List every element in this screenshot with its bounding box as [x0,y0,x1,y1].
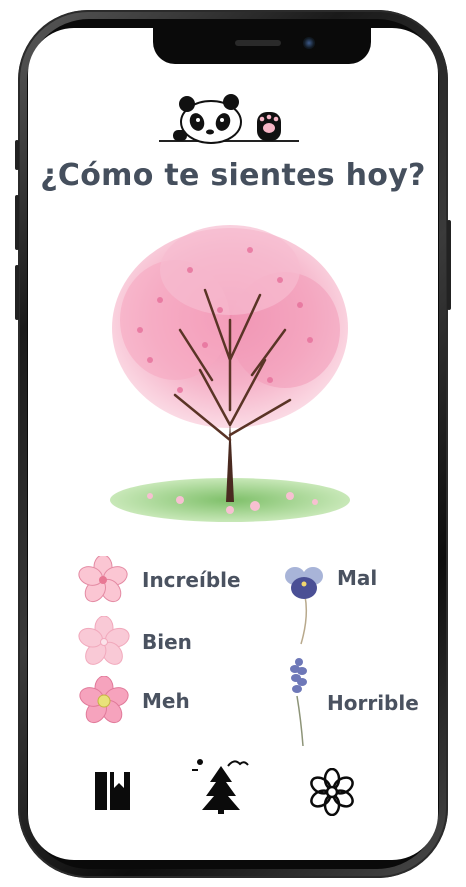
speaker-grille [235,40,281,46]
mood-option-meh[interactable]: Meh [78,676,190,726]
notch [153,28,371,64]
mood-option-mal[interactable]: Mal [283,562,377,646]
mood-label: Horrible [327,691,419,715]
tree-landscape-icon [192,759,249,814]
nav-journal[interactable] [92,768,134,818]
panda-logo-icon [159,94,299,144]
cherry-tree-illustration [110,225,350,522]
mood-option-increible[interactable]: Increíble [76,556,241,604]
app-screen: ¿Cómo te sientes hoy? Increíble Bien Meh… [28,28,438,860]
mood-label: Mal [337,566,378,590]
mood-option-horrible[interactable]: Horrible [283,658,419,748]
cherry-blossom-light-icon [78,556,128,603]
cherry-blossom-pale-icon [78,616,130,665]
nav-tree[interactable] [188,754,254,820]
mood-label: Meh [142,689,190,713]
journal-book-icon [95,772,130,810]
pansy-flower-icon [285,567,323,645]
nav-flower[interactable] [308,767,356,820]
flower-outline-icon [310,767,354,817]
mood-label: Increíble [142,568,241,592]
mood-option-bien[interactable]: Bien [78,616,192,668]
cherry-blossom-yellow-center-icon [79,676,129,724]
front-camera [303,37,315,49]
mood-label: Bien [142,630,192,654]
bottom-nav [28,740,438,820]
lavender-sprig-icon [290,658,307,747]
page-title: ¿Cómo te sientes hoy? [40,158,426,193]
